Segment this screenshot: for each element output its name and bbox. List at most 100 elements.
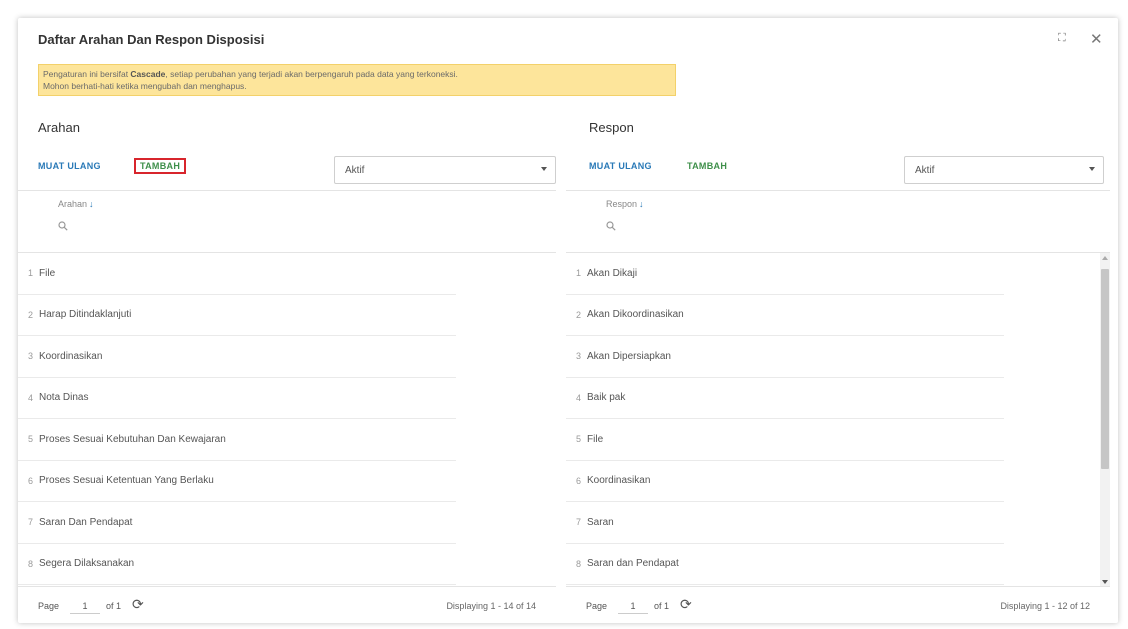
respon-scrollbar[interactable]	[1100, 253, 1110, 586]
caret-down-icon	[1089, 167, 1095, 171]
scroll-thumb[interactable]	[1101, 269, 1109, 469]
row-label: Akan Dipersiapkan	[587, 350, 671, 362]
page-label: Page	[38, 601, 60, 611]
table-row[interactable]: 4 Baik pak	[566, 378, 1004, 419]
arahan-column-label: Arahan	[58, 199, 88, 209]
row-label: Saran	[587, 516, 614, 528]
search-icon[interactable]	[606, 221, 616, 231]
arahan-column-header[interactable]: Arahan ↓	[58, 199, 94, 209]
row-index: 1	[28, 268, 34, 279]
row-label: Proses Sesuai Kebutuhan Dan Kewajaran	[39, 433, 226, 445]
table-row[interactable]: 7 Saran	[566, 502, 1004, 544]
table-row[interactable]: 2 Akan Dikoordinasikan	[566, 295, 1004, 336]
row-index: 8	[576, 558, 582, 569]
row-label: Koordinasikan	[587, 475, 651, 487]
expand-icon[interactable]: ⛶	[1058, 32, 1066, 45]
row-label: Nota Dinas	[39, 392, 89, 404]
table-row[interactable]: 6 Proses Sesuai Ketentuan Yang Berlaku	[18, 461, 456, 502]
table-row[interactable]: 4 Nota Dinas	[18, 378, 456, 419]
refresh-icon[interactable]: ⟳	[132, 596, 144, 613]
row-label: Harap Ditindaklanjuti	[39, 309, 132, 321]
row-index: 7	[576, 517, 582, 528]
row-index: 6	[576, 475, 582, 486]
table-row[interactable]: 7 Saran Dan Pendapat	[18, 502, 456, 544]
table-row[interactable]: 8 Segera Dilaksanakan	[18, 544, 456, 585]
arahan-status-select[interactable]: Aktif	[334, 156, 556, 184]
row-index: 2	[28, 309, 34, 320]
notice-bold: Cascade	[130, 69, 166, 79]
row-label: Baik pak	[587, 392, 626, 404]
table-row[interactable]: 3 Koordinasikan	[18, 336, 456, 378]
cascade-notice: Pengaturan ini bersifat Cascade, setiap …	[38, 64, 676, 96]
respon-pagination: Page 1 of 1 ⟳ Displaying 1 - 12 of 12	[566, 586, 1110, 624]
notice-prefix: Pengaturan ini bersifat	[43, 69, 131, 79]
arahan-add-button[interactable]: TAMBAH	[134, 158, 187, 174]
disposition-dialog: Daftar Arahan Dan Respon Disposisi ⛶ ✕ P…	[18, 18, 1118, 623]
table-row[interactable]: 2 Harap Ditindaklanjuti	[18, 295, 456, 336]
respon-column-label: Respon	[606, 199, 638, 209]
row-index: 6	[28, 475, 34, 486]
row-index: 7	[28, 517, 34, 528]
respon-title: Respon	[589, 120, 634, 135]
row-label: Koordinasikan	[39, 350, 103, 362]
arahan-pagination: Page 1 of 1 ⟳ Displaying 1 - 14 of 14	[18, 586, 556, 624]
row-label: File	[39, 267, 56, 279]
arahan-panel: Arahan MUAT ULANG TAMBAH Aktif Arahan ↓ 1…	[18, 116, 556, 623]
arahan-status-value: Aktif	[345, 165, 365, 176]
close-icon[interactable]: ✕	[1090, 30, 1103, 48]
arahan-reload-button[interactable]: MUAT ULANG	[38, 161, 101, 171]
arahan-grid-body: 1 File 2 Harap Ditindaklanjuti 3 Koordinasika…	[18, 252, 556, 586]
dialog-title: Daftar Arahan Dan Respon Disposisi	[38, 32, 265, 47]
arahan-grid: Arahan ↓ 1 File 2 Harap Ditindaklanjuti 3 Koor…	[18, 190, 556, 623]
refresh-icon[interactable]: ⟳	[680, 596, 692, 613]
search-icon[interactable]	[58, 221, 68, 231]
row-label: Saran dan Pendapat	[587, 558, 679, 570]
respon-column-header[interactable]: Respon ↓	[606, 199, 644, 209]
arahan-rows: 1 File 2 Harap Ditindaklanjuti 3 Koordinasika…	[18, 253, 456, 585]
row-index: 3	[576, 351, 582, 362]
row-index: 2	[576, 309, 582, 320]
arahan-title: Arahan	[38, 120, 80, 135]
page-number-input[interactable]: 1	[70, 596, 100, 614]
respon-grid-body: 1 Akan Dikaji 2 Akan Dikoordinasikan 3 Akan D…	[566, 252, 1110, 586]
row-label: Akan Dikoordinasikan	[587, 309, 684, 321]
scroll-down-icon[interactable]	[1102, 580, 1108, 584]
page-total: of 1	[654, 601, 670, 611]
row-label: Akan Dikaji	[587, 267, 638, 279]
row-index: 1	[576, 268, 582, 279]
respon-reload-button[interactable]: MUAT ULANG	[589, 161, 652, 171]
respon-panel: Respon MUAT ULANG TAMBAH Aktif Respon ↓ 1…	[566, 116, 1110, 623]
table-row[interactable]: 1 File	[18, 253, 456, 295]
display-count: Displaying 1 - 12 of 12	[1000, 601, 1090, 611]
row-label: Proses Sesuai Ketentuan Yang Berlaku	[39, 475, 214, 487]
table-row[interactable]: 5 File	[566, 419, 1004, 461]
row-label: Saran Dan Pendapat	[39, 516, 133, 528]
page-label: Page	[586, 601, 608, 611]
page-total: of 1	[106, 601, 122, 611]
respon-status-select[interactable]: Aktif	[904, 156, 1104, 184]
page-number-input[interactable]: 1	[618, 596, 648, 614]
respon-status-value: Aktif	[915, 165, 935, 176]
notice-line-2: Mohon berhati-hati ketika mengubah dan m…	[43, 81, 247, 91]
table-row[interactable]: 8 Saran dan Pendapat	[566, 544, 1004, 585]
row-label: Segera Dilaksanakan	[39, 558, 135, 570]
row-index: 4	[576, 392, 582, 403]
table-row[interactable]: 1 Akan Dikaji	[566, 253, 1004, 295]
row-index: 8	[28, 558, 34, 569]
table-row[interactable]: 6 Koordinasikan	[566, 461, 1004, 502]
caret-down-icon	[541, 167, 547, 171]
row-index: 3	[28, 351, 34, 362]
table-row[interactable]: 5 Proses Sesuai Kebutuhan Dan Kewajaran	[18, 419, 456, 461]
notice-line-1: Pengaturan ini bersifat Cascade, setiap …	[43, 68, 671, 80]
display-count: Displaying 1 - 14 of 14	[446, 601, 536, 611]
row-index: 4	[28, 392, 34, 403]
row-index: 5	[28, 434, 34, 445]
row-label: File	[587, 433, 604, 445]
row-index: 5	[576, 434, 582, 445]
respon-rows: 1 Akan Dikaji 2 Akan Dikoordinasikan 3 Akan D…	[566, 253, 1004, 585]
table-row[interactable]: 3 Akan Dipersiapkan	[566, 336, 1004, 378]
respon-add-button[interactable]: TAMBAH	[687, 161, 727, 171]
notice-rest: , setiap perubahan yang terjadi akan ber…	[165, 69, 458, 79]
scroll-up-icon[interactable]	[1102, 256, 1108, 260]
arrow-down-icon: ↓	[639, 199, 644, 209]
